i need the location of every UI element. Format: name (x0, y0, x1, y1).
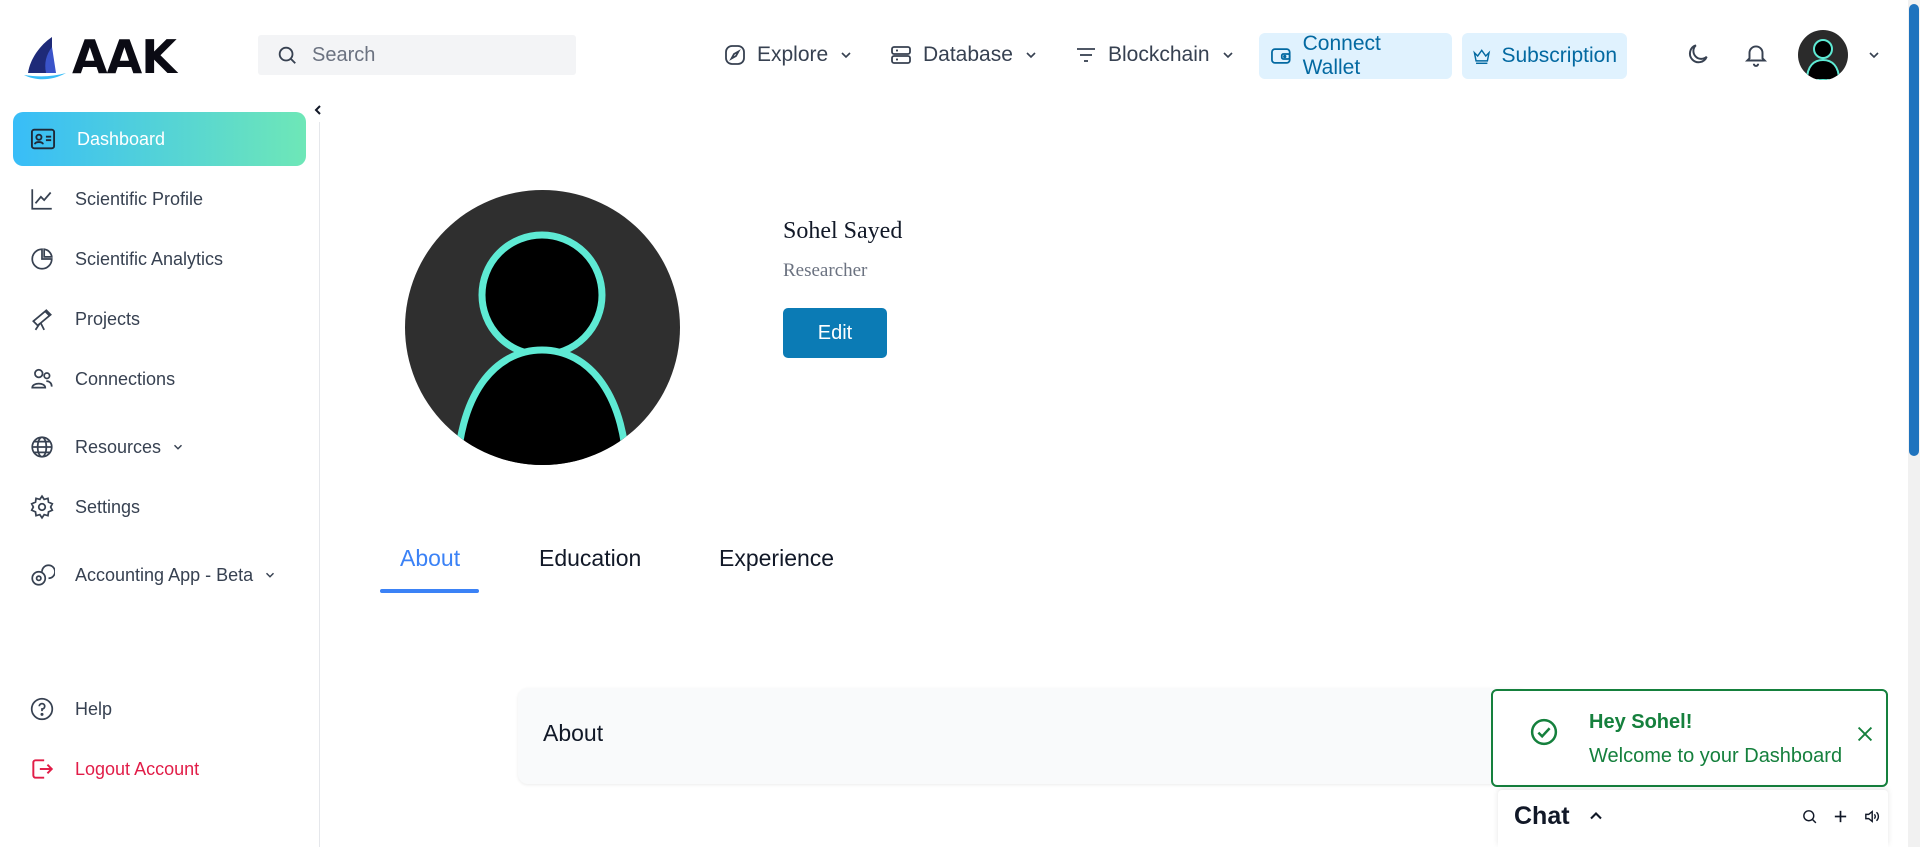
coins-icon (31, 564, 55, 586)
chevron-down-icon (266, 572, 275, 578)
tab-experience[interactable]: Experience (719, 545, 834, 572)
telescope-icon (32, 309, 52, 331)
connect-wallet-label: Connect Wallet (1302, 32, 1381, 79)
sidebar-item-label: Projects (75, 308, 141, 329)
chat-actions (1801, 808, 1880, 825)
logo-text: AAK (72, 30, 177, 84)
chevron-up-icon[interactable] (1586, 806, 1606, 826)
about-card-title: About (543, 720, 604, 746)
nav-blockchain[interactable]: Blockchain (1074, 34, 1236, 76)
sidebar-item-label: Scientific Profile (75, 188, 204, 209)
welcome-toast: Hey Sohel! Welcome to your Dashboard (1491, 689, 1888, 787)
sidebar-item-label: Dashboard (77, 128, 166, 149)
logo-sail-icon (24, 37, 66, 80)
sidebar-item-logout[interactable]: Logout Account (13, 742, 306, 796)
active-tab-indicator (380, 589, 479, 593)
page-scrollbar[interactable] (1908, 0, 1920, 847)
sidebar-item-label: Settings (75, 496, 141, 517)
chat-title: Chat (1514, 802, 1570, 830)
search-bar[interactable] (258, 35, 576, 75)
scrollbar-thumb[interactable] (1909, 4, 1919, 456)
toast-message: Welcome to your Dashboard (1589, 745, 1843, 767)
check-circle-icon (1530, 718, 1558, 746)
profile-name: Sohel Sayed (783, 218, 903, 244)
sidebar-item-dashboard[interactable]: Dashboard (13, 112, 306, 166)
speaker-icon[interactable] (1863, 808, 1880, 825)
gear-icon (30, 494, 54, 520)
sidebar-item-settings[interactable]: Settings (13, 480, 306, 534)
crown-icon (1473, 49, 1491, 65)
line-chart-icon (31, 189, 52, 210)
chevron-down-icon (1026, 52, 1036, 59)
about-card: About (518, 688, 1528, 784)
subscription-label: Subscription (1501, 44, 1617, 67)
bell-icon (1744, 45, 1768, 67)
search-icon[interactable] (1801, 808, 1818, 825)
chevron-down-icon (174, 444, 183, 450)
sidebar: Dashboard Scientific Profile Scientific … (0, 106, 320, 847)
search-input[interactable] (312, 43, 562, 67)
close-icon[interactable] (1854, 723, 1876, 745)
compass-icon (725, 45, 745, 65)
sidebar-item-projects[interactable]: Projects (13, 292, 306, 346)
sidebar-item-label: Help (75, 698, 113, 719)
sidebar-item-label: Resources (75, 436, 162, 457)
dark-mode-toggle[interactable] (1682, 38, 1714, 70)
logout-icon (32, 759, 54, 779)
tab-education[interactable]: Education (539, 545, 641, 572)
chevron-down-icon (841, 52, 851, 59)
wallet-icon (1271, 48, 1291, 64)
top-bar: AAK Explore Database Blockchain Connect … (0, 0, 1900, 110)
sidebar-item-label: Scientific Analytics (75, 248, 224, 269)
sidebar-item-scientific-analytics[interactable]: Scientific Analytics (13, 232, 306, 286)
subscription-button[interactable]: Subscription (1462, 33, 1627, 79)
chevron-down-icon (1222, 52, 1233, 59)
nav-database[interactable]: Database (889, 34, 1039, 76)
sidebar-collapse-button[interactable] (306, 98, 330, 122)
chat-widget[interactable]: Chat (1498, 790, 1888, 847)
user-menu-toggle[interactable] (1858, 39, 1890, 71)
filter-icon (1077, 48, 1095, 62)
sidebar-item-scientific-profile[interactable]: Scientific Profile (13, 172, 306, 226)
moon-icon (1688, 44, 1708, 64)
profile-avatar (405, 190, 680, 465)
sidebar-item-connections[interactable]: Connections (13, 352, 306, 406)
edit-profile-button[interactable]: Edit (783, 308, 887, 358)
profile-role: Researcher (783, 260, 868, 281)
sidebar-item-accounting-app[interactable]: Accounting App - Beta (13, 548, 306, 602)
nav-explore-label: Explore (757, 43, 829, 66)
search-icon (278, 46, 296, 64)
notifications-button[interactable] (1740, 38, 1772, 70)
server-icon (891, 46, 911, 64)
nav-blockchain-label: Blockchain (1108, 43, 1210, 66)
nav-database-label: Database (923, 43, 1013, 66)
chevron-left-icon (314, 105, 321, 115)
chevron-down-icon (1869, 52, 1879, 59)
globe-icon (31, 436, 53, 458)
plus-icon[interactable] (1832, 808, 1849, 825)
sidebar-item-help[interactable]: Help (13, 682, 306, 736)
connect-wallet-button[interactable]: Connect Wallet (1259, 32, 1452, 79)
sidebar-item-label: Accounting App - Beta (75, 564, 254, 585)
user-silhouette-icon (453, 231, 631, 465)
nav-explore[interactable]: Explore (723, 34, 854, 76)
users-icon (31, 368, 53, 389)
user-avatar[interactable] (1798, 30, 1848, 80)
toast-title: Hey Sohel! (1589, 711, 1693, 733)
sidebar-item-label: Logout Account (75, 758, 200, 779)
id-card-icon (30, 128, 56, 150)
logo[interactable]: AAK (22, 30, 177, 84)
pie-chart-icon (31, 248, 53, 270)
user-avatar-icon (1805, 39, 1841, 80)
sidebar-item-resources[interactable]: Resources (13, 420, 306, 474)
sidebar-item-label: Connections (75, 368, 176, 389)
help-circle-icon (30, 697, 54, 721)
tab-about[interactable]: About (400, 545, 460, 572)
